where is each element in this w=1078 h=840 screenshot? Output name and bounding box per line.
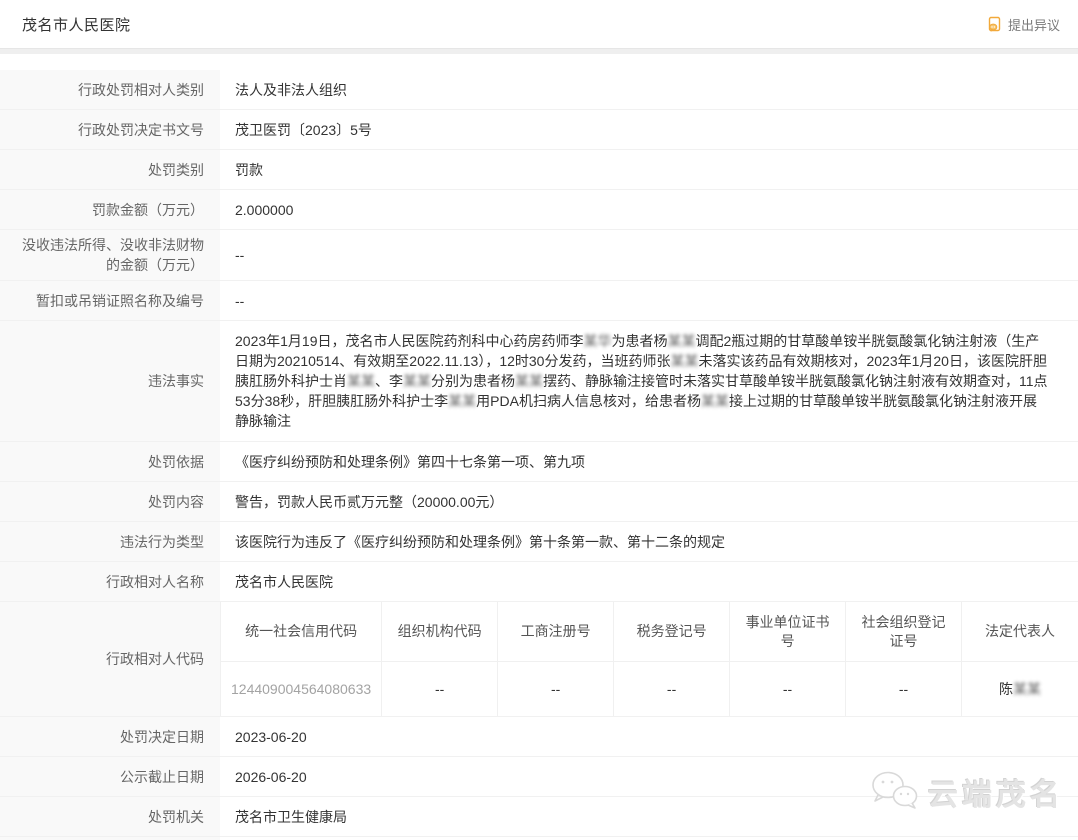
field-label: 行政处罚决定书文号 bbox=[0, 110, 220, 149]
row-penalty-basis: 处罚依据 《医疗纠纷预防和处理条例》第四十七条第一项、第九项 bbox=[0, 442, 1078, 482]
codes-value-tax-reg: -- bbox=[614, 662, 730, 716]
field-label: 处罚类别 bbox=[0, 150, 220, 189]
field-value: 茂名市卫生健康局 bbox=[220, 797, 1078, 836]
codes-col-header-uscc: 统一社会信用代码 bbox=[221, 602, 382, 662]
field-label: 公示截止日期 bbox=[0, 757, 220, 796]
field-value: 法人及非法人组织 bbox=[220, 70, 1078, 109]
field-label: 暂扣或吊销证照名称及编号 bbox=[0, 281, 220, 320]
penalty-info-table: 行政处罚相对人类别 法人及非法人组织 行政处罚决定书文号 茂卫医罚〔2023〕5… bbox=[0, 70, 1078, 840]
field-value: 警告，罚款人民币贰万元整（20000.00元） bbox=[220, 482, 1078, 521]
codes-value-social-org-reg: -- bbox=[846, 662, 962, 716]
objection-label: 提出异议 bbox=[1008, 15, 1060, 34]
row-fine-amount: 罚款金额（万元） 2.000000 bbox=[0, 190, 1078, 230]
codes-col-header-business-reg: 工商注册号 bbox=[498, 602, 614, 662]
codes-col-header-legal-rep: 法定代表人 bbox=[962, 602, 1078, 662]
row-party-type: 行政处罚相对人类别 法人及非法人组织 bbox=[0, 70, 1078, 110]
codes-value-uscc: 124409004564080633 bbox=[221, 662, 382, 716]
header-divider bbox=[0, 48, 1078, 54]
field-label: 行政相对人名称 bbox=[0, 562, 220, 601]
codes-col-header-social-org-reg: 社会组织登记证号 bbox=[846, 602, 962, 662]
field-value: -- bbox=[220, 281, 1078, 320]
codes-col-header-org-code: 组织机构代码 bbox=[382, 602, 498, 662]
codes-value-org-code: -- bbox=[382, 662, 498, 716]
party-codes-table: 统一社会信用代码 组织机构代码 工商注册号 税务登记号 事业单位证书号 社会组织… bbox=[220, 602, 1078, 716]
field-value: 该医院行为违反了《医疗纠纷预防和处理条例》第十条第一款、第十二条的规定 bbox=[220, 522, 1078, 561]
objection-document-icon bbox=[987, 16, 1003, 32]
field-value: 2023-06-20 bbox=[220, 717, 1078, 756]
field-label: 处罚机关 bbox=[0, 797, 220, 836]
field-value: -- bbox=[220, 230, 1078, 280]
field-label: 处罚依据 bbox=[0, 442, 220, 481]
row-penalty-authority: 处罚机关 茂名市卫生健康局 bbox=[0, 797, 1078, 837]
row-publicity-end-date: 公示截止日期 2026-06-20 bbox=[0, 757, 1078, 797]
field-value: 《医疗纠纷预防和处理条例》第四十七条第一项、第九项 bbox=[220, 442, 1078, 481]
row-decision-date: 处罚决定日期 2023-06-20 bbox=[0, 717, 1078, 757]
field-value: 茂名市人民医院 bbox=[220, 562, 1078, 601]
header-bar: 茂名市人民医院 提出异议 bbox=[0, 0, 1078, 48]
field-label: 行政相对人代码 bbox=[0, 602, 220, 716]
row-penalty-content: 处罚内容 警告，罚款人民币贰万元整（20000.00元） bbox=[0, 482, 1078, 522]
codes-value-business-reg: -- bbox=[498, 662, 614, 716]
illegal-facts-text: 2023年1月19日，茂名市人民医院药剂科中心药房药师李某华为患者杨某某调配2瓶… bbox=[220, 321, 1078, 441]
row-party-name: 行政相对人名称 茂名市人民医院 bbox=[0, 562, 1078, 602]
row-license-revocation: 暂扣或吊销证照名称及编号 -- bbox=[0, 281, 1078, 321]
field-value: 2.000000 bbox=[220, 190, 1078, 229]
field-value: 罚款 bbox=[220, 150, 1078, 189]
raise-objection-button[interactable]: 提出异议 bbox=[987, 15, 1060, 34]
field-label: 违法行为类型 bbox=[0, 522, 220, 561]
field-label: 违法事实 bbox=[0, 321, 220, 441]
row-party-codes: 行政相对人代码 统一社会信用代码 组织机构代码 工商注册号 税务登记号 事业单位… bbox=[0, 602, 1078, 717]
codes-value-institution-cert: -- bbox=[730, 662, 846, 716]
field-label: 处罚内容 bbox=[0, 482, 220, 521]
codes-value-legal-rep: 陈某某 bbox=[962, 662, 1078, 716]
codes-col-header-institution-cert: 事业单位证书号 bbox=[730, 602, 846, 662]
field-label: 罚款金额（万元） bbox=[0, 190, 220, 229]
field-label: 没收违法所得、没收非法财物的金额（万元） bbox=[0, 230, 220, 280]
field-label: 处罚决定日期 bbox=[0, 717, 220, 756]
row-penalty-category: 处罚类别 罚款 bbox=[0, 150, 1078, 190]
field-value: 茂卫医罚〔2023〕5号 bbox=[220, 110, 1078, 149]
row-violation-type: 违法行为类型 该医院行为违反了《医疗纠纷预防和处理条例》第十条第一款、第十二条的… bbox=[0, 522, 1078, 562]
row-decision-number: 行政处罚决定书文号 茂卫医罚〔2023〕5号 bbox=[0, 110, 1078, 150]
field-label: 行政处罚相对人类别 bbox=[0, 70, 220, 109]
codes-grid: 统一社会信用代码 组织机构代码 工商注册号 税务登记号 事业单位证书号 社会组织… bbox=[220, 602, 1078, 716]
page-title: 茂名市人民医院 bbox=[22, 14, 131, 35]
field-value: 2026-06-20 bbox=[220, 757, 1078, 796]
codes-col-header-tax-reg: 税务登记号 bbox=[614, 602, 730, 662]
row-illegal-facts: 违法事实 2023年1月19日，茂名市人民医院药剂科中心药房药师李某华为患者杨某… bbox=[0, 321, 1078, 442]
row-confiscation-amount: 没收违法所得、没收非法财物的金额（万元） -- bbox=[0, 230, 1078, 281]
